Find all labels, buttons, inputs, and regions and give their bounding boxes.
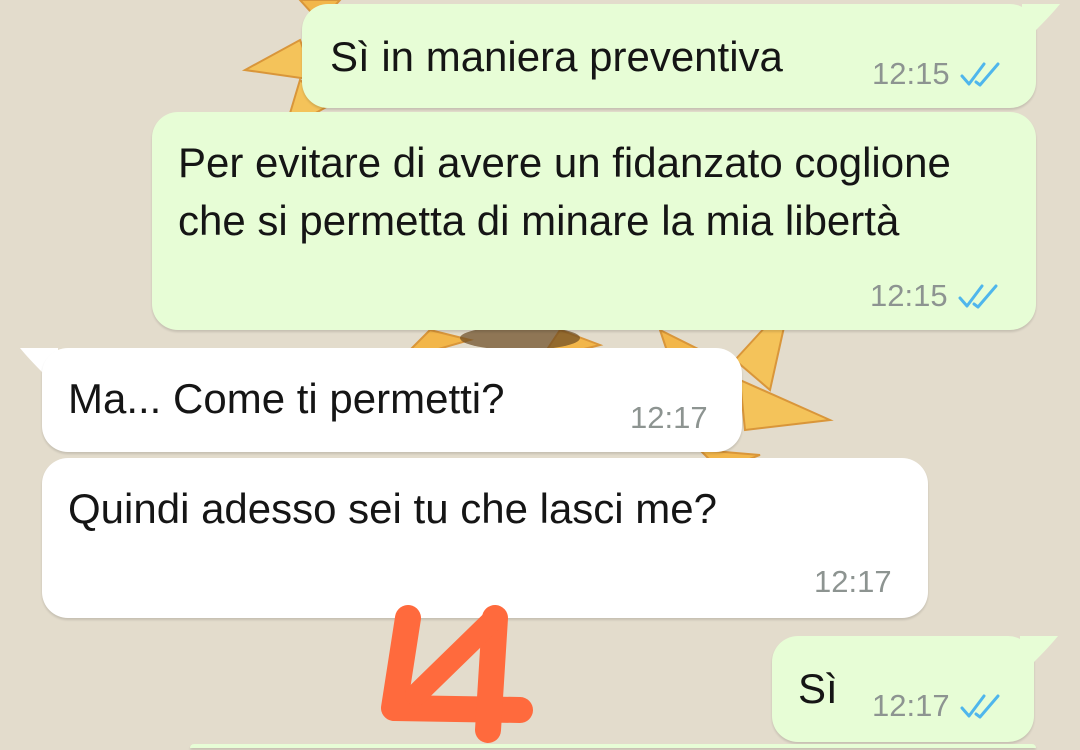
message-time: 12:15 [870, 278, 948, 313]
double-check-read-icon [960, 694, 1000, 719]
message-meta: 12:17 [872, 688, 1004, 724]
message-bubble-incoming[interactable]: Ma... Come ti permetti? 12:17 [42, 348, 742, 452]
message-meta: 12:17 [814, 564, 892, 600]
message-text: Sì [798, 665, 838, 712]
message-bubble-outgoing-partial [190, 744, 1036, 748]
hand-drawn-mark-icon [381, 605, 533, 743]
bubble-tail-outgoing [1022, 4, 1060, 30]
message-text: Ma... Come ti permetti? [68, 375, 505, 422]
message-time: 12:15 [872, 56, 950, 91]
message-text: Sì in maniera preventiva [330, 33, 783, 80]
message-bubble-outgoing[interactable]: Sì 12:17 [772, 636, 1034, 742]
message-time: 12:17 [630, 400, 708, 435]
message-bubble-incoming[interactable]: Quindi adesso sei tu che lasci me? 12:17 [42, 458, 928, 618]
message-meta: 12:15 [870, 278, 1002, 314]
message-text: Per evitare di avere un fidanzato coglio… [178, 139, 963, 244]
message-bubble-outgoing[interactable]: Sì in maniera preventiva 12:15 [302, 4, 1036, 108]
double-check-read-icon [958, 284, 998, 309]
bubble-tail-outgoing [1020, 636, 1058, 662]
double-check-read-icon [960, 62, 1000, 87]
message-meta: 12:17 [630, 400, 708, 436]
message-bubble-outgoing[interactable]: Per evitare di avere un fidanzato coglio… [152, 112, 1036, 330]
message-time: 12:17 [814, 564, 892, 599]
message-text: Quindi adesso sei tu che lasci me? [68, 485, 718, 532]
message-meta: 12:15 [872, 56, 1004, 92]
message-time: 12:17 [872, 688, 950, 723]
